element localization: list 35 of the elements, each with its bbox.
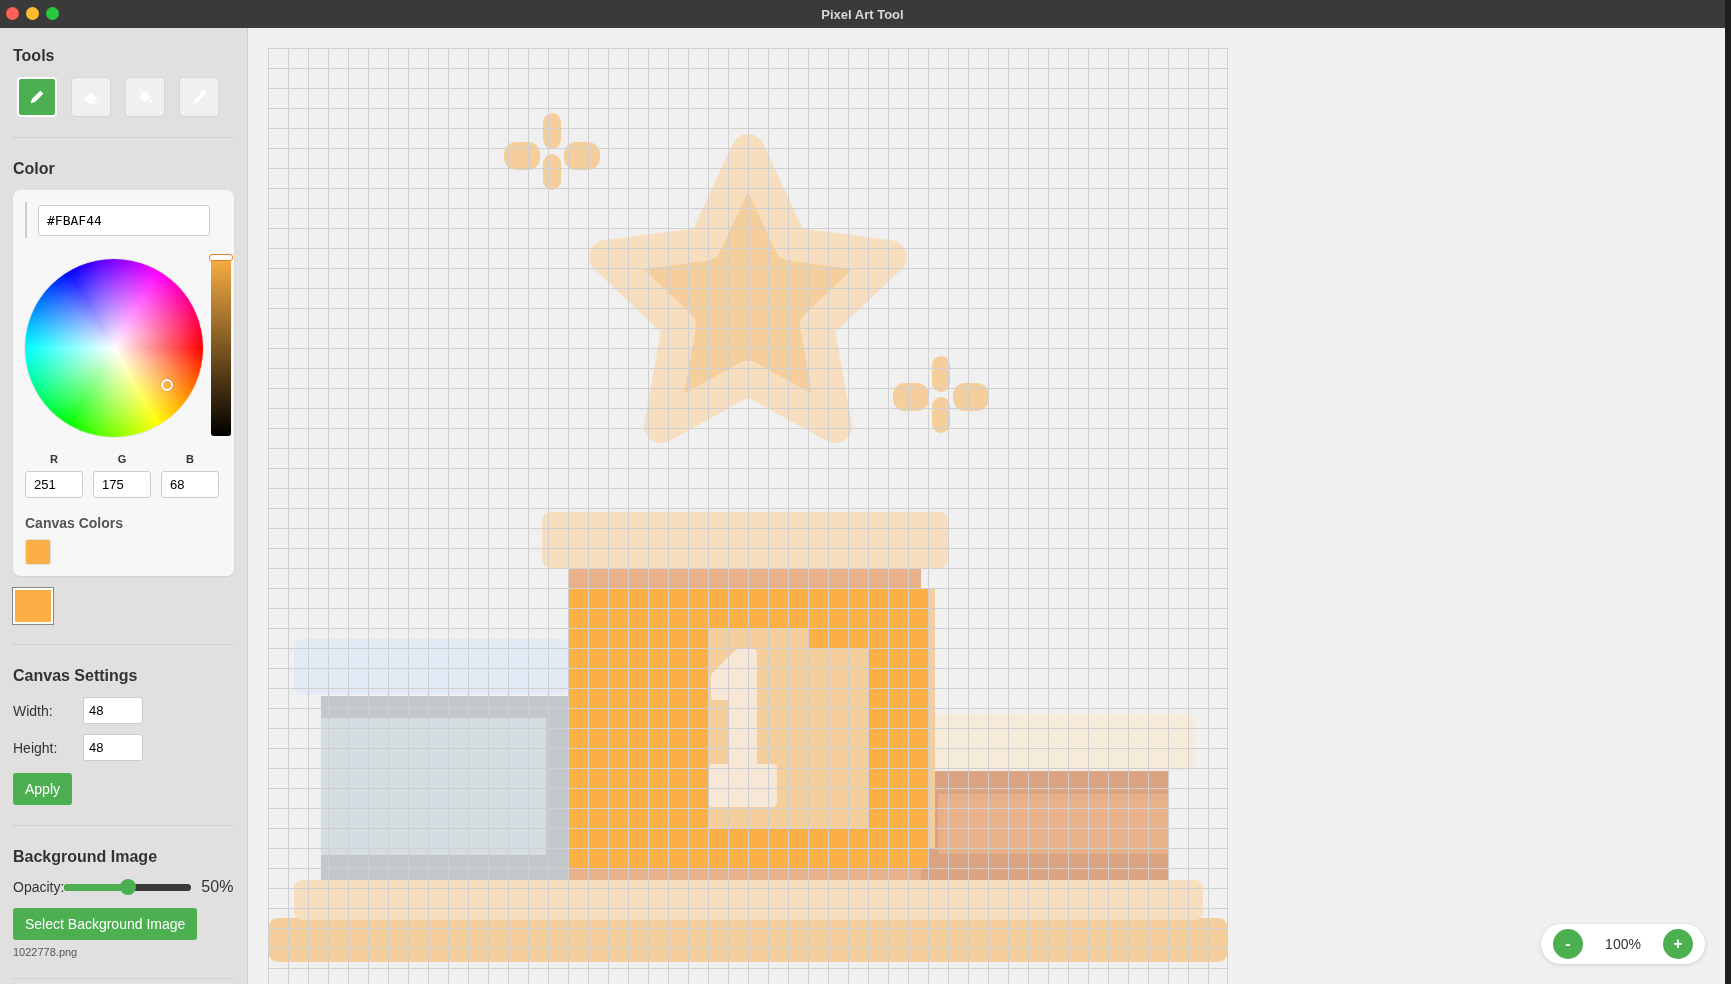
channel-label: B bbox=[186, 453, 194, 465]
pixel-canvas[interactable] bbox=[268, 48, 1228, 984]
minimize-button[interactable] bbox=[26, 7, 39, 20]
file-name: 1022778.png bbox=[13, 946, 79, 958]
tool-button[interactable] bbox=[71, 77, 111, 117]
field-label: Width: bbox=[13, 702, 54, 719]
zoom-button[interactable] bbox=[46, 7, 59, 20]
brightness-slider[interactable] bbox=[211, 256, 231, 436]
slider-handle[interactable] bbox=[119, 878, 136, 895]
number-input-field[interactable]: 48 bbox=[83, 734, 143, 761]
tool-button[interactable] bbox=[179, 77, 219, 117]
tool-button[interactable] bbox=[125, 77, 165, 117]
channel-input-field[interactable]: 68 bbox=[161, 471, 219, 498]
section-heading: Tools bbox=[13, 47, 56, 65]
slider-handle[interactable] bbox=[209, 254, 233, 261]
subsection-heading: Canvas Colors bbox=[25, 515, 125, 531]
field-label: Height: bbox=[13, 739, 59, 756]
opacity-value: 50% bbox=[201, 878, 234, 896]
section-heading: Canvas Settings bbox=[13, 667, 139, 685]
number-input-field[interactable]: 48 bbox=[83, 697, 143, 724]
field-label: Opacity: bbox=[13, 879, 65, 895]
section-heading: Background Image bbox=[13, 848, 159, 866]
section-heading: Color bbox=[13, 160, 56, 178]
window-title: Pixel Art Tool bbox=[821, 6, 904, 22]
close-button[interactable] bbox=[6, 7, 19, 20]
channel-input-field[interactable]: 175 bbox=[93, 471, 151, 498]
current-color-swatch[interactable] bbox=[13, 588, 53, 624]
channel-label: R bbox=[50, 453, 58, 465]
zoom-level: 100% bbox=[1604, 936, 1642, 952]
hex-input-field[interactable]: #FBAF44 bbox=[38, 204, 210, 236]
channel-label: G bbox=[117, 453, 127, 465]
color-wheel-handle[interactable] bbox=[161, 379, 174, 392]
color-swatch[interactable] bbox=[25, 539, 51, 565]
channel-input-field[interactable]: 251 bbox=[25, 471, 83, 498]
pencil-icon bbox=[28, 88, 46, 106]
